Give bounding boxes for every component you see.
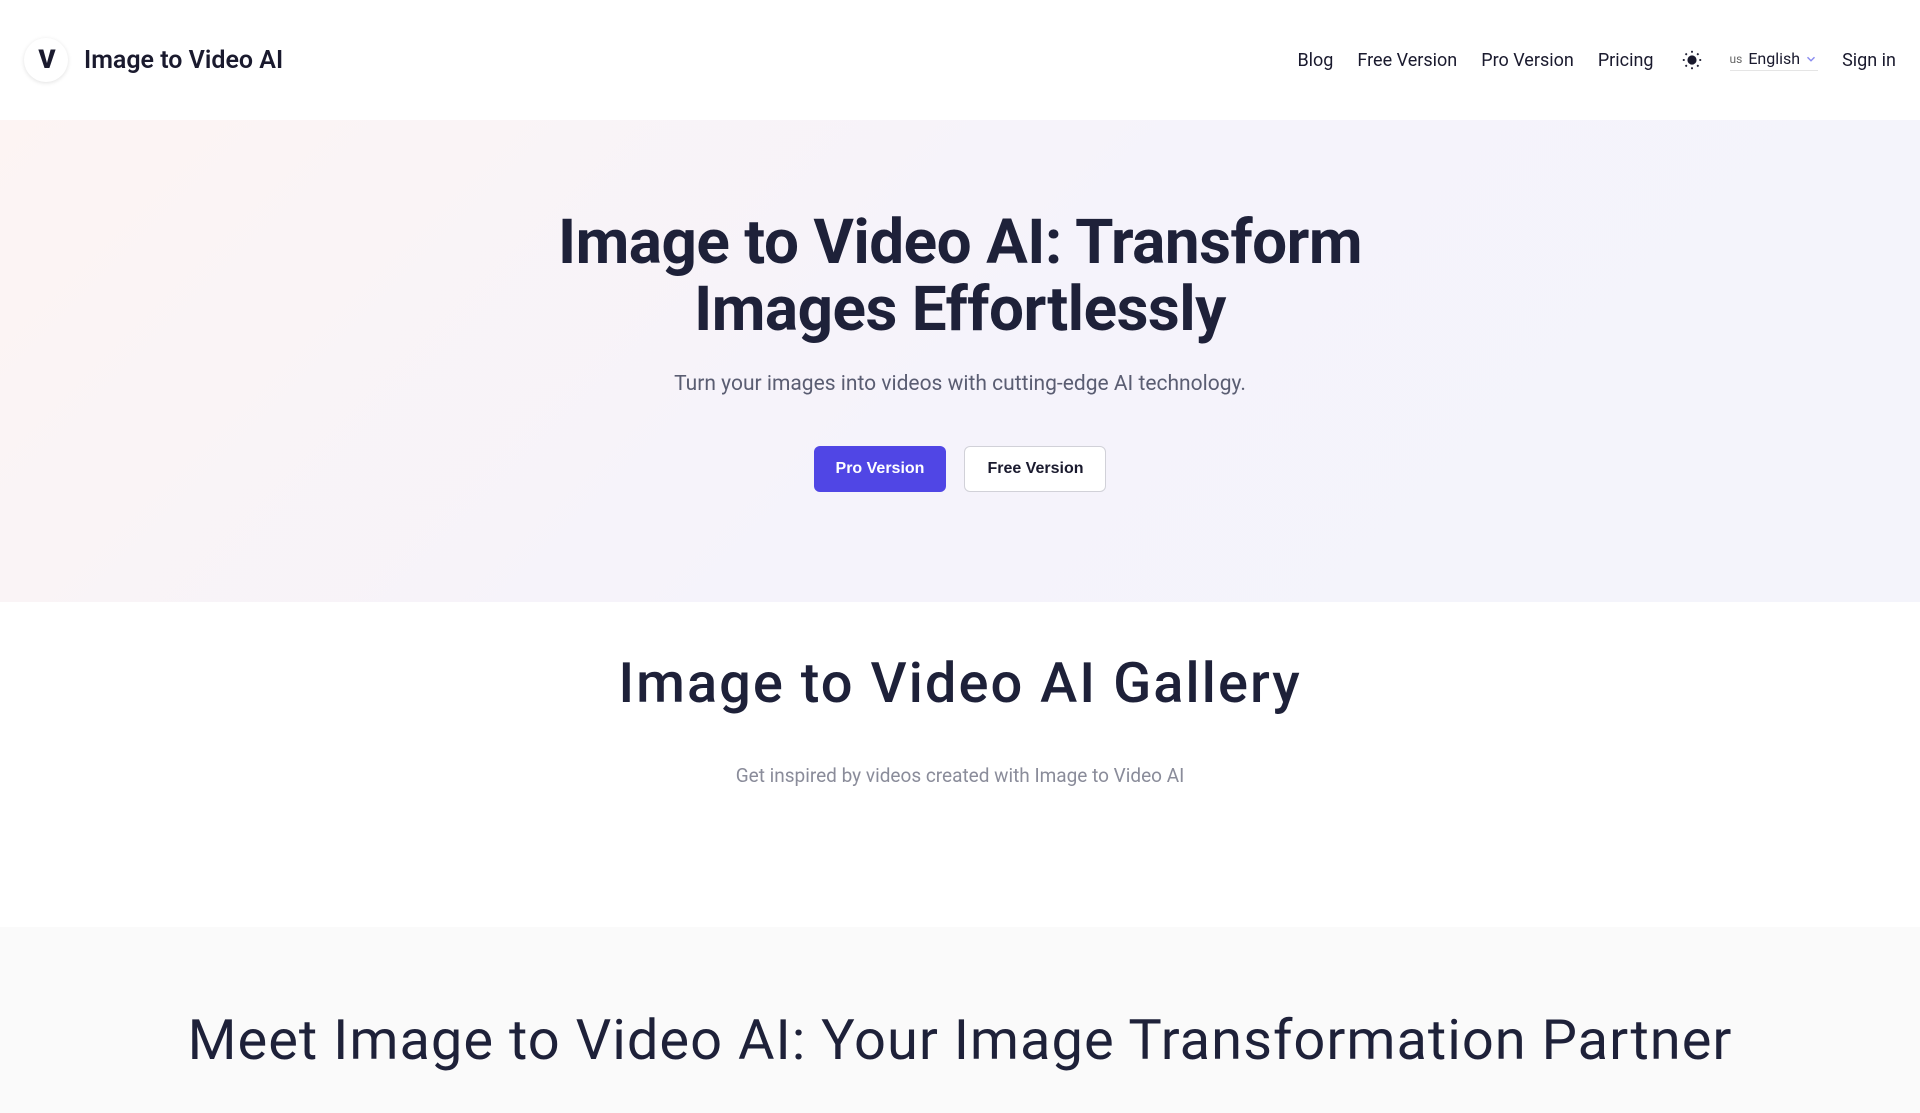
hero-title: Image to Video AI: Transform Images Effo… [510, 210, 1410, 344]
logo-group[interactable]: V Image to Video AI [24, 38, 283, 82]
nav-pro-version[interactable]: Pro Version [1481, 50, 1574, 71]
nav-pricing[interactable]: Pricing [1598, 50, 1654, 71]
cta-pro-version-button[interactable]: Pro Version [814, 446, 947, 492]
logo-icon: V [24, 38, 68, 82]
hero-section: Image to Video AI: Transform Images Effo… [0, 120, 1920, 602]
signin-link[interactable]: Sign in [1842, 50, 1896, 71]
hero-subtitle: Turn your images into videos with cuttin… [0, 372, 1920, 396]
nav-free-version[interactable]: Free Version [1357, 50, 1457, 71]
main-nav: Blog Free Version Pro Version Pricing us… [1297, 46, 1896, 74]
partner-section: Meet Image to Video AI: Your Image Trans… [0, 927, 1920, 1113]
chevron-down-icon [1804, 52, 1818, 66]
language-label: English [1748, 49, 1800, 68]
nav-blog[interactable]: Blog [1297, 50, 1333, 71]
gallery-title: Image to Video AI Gallery [0, 650, 1920, 716]
language-prefix: us [1730, 52, 1743, 66]
hero-cta-group: Pro Version Free Version [0, 446, 1920, 492]
partner-title: Meet Image to Video AI: Your Image Trans… [0, 1007, 1920, 1073]
theme-toggle-button[interactable] [1678, 46, 1706, 74]
sun-icon [1681, 49, 1703, 71]
brand-title: Image to Video AI [84, 46, 283, 75]
site-header: V Image to Video AI Blog Free Version Pr… [0, 0, 1920, 120]
cta-free-version-button[interactable]: Free Version [964, 446, 1106, 492]
language-selector[interactable]: us English [1730, 49, 1819, 71]
gallery-subtitle: Get inspired by videos created with Imag… [0, 764, 1920, 787]
gallery-section: Image to Video AI Gallery Get inspired b… [0, 602, 1920, 927]
